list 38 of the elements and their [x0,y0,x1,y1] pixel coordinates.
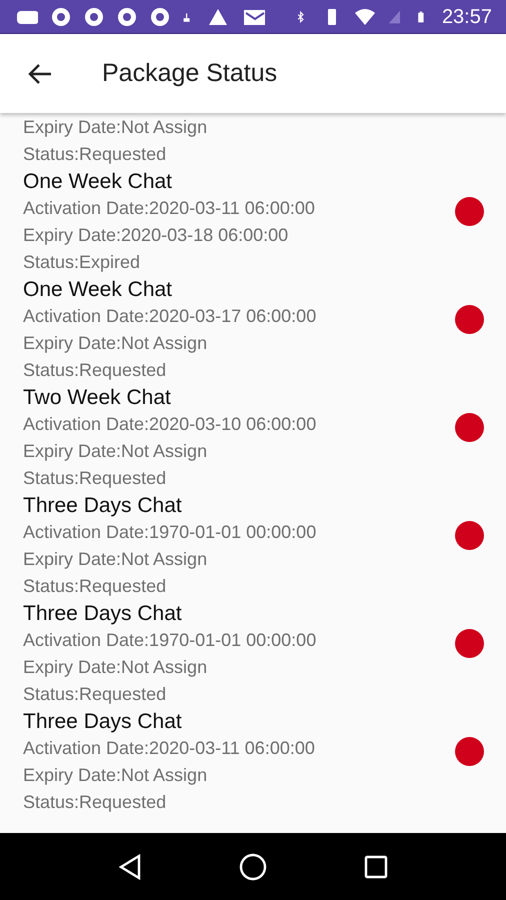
home-icon[interactable] [238,852,267,880]
status-text: Status:Requested [23,575,168,598]
expiry-date: Expiry Date:Not Assign [23,332,208,355]
package-name: One Week Chat [23,277,174,303]
status-text: Status:Expired [23,251,142,274]
status-text: Status:Requested [23,683,168,706]
expiry-date: Expiry Date:Not Assign [23,656,208,679]
expiry-date: Expiry Date:2020-03-18 06:00:00 [23,224,290,247]
status-text: Status:Requested [23,359,168,382]
activation-date: Activation Date:2020-03-11 06:00:00 [23,737,316,760]
package-name: Three Days Chat [23,601,183,627]
package-name: Two Week Chat [23,385,172,411]
activation-date: Activation Date:1970-01-01 00:00:00 [23,521,318,544]
back-arrow-icon [27,62,53,84]
activation-date: Activation Date:2020-03-10 06:00:00 [23,413,318,436]
page-title: Package Status [102,58,278,89]
activation-date: Activation Date:2020-03-17 06:00:00 [23,305,318,328]
expiry-date: Expiry Date:Not Assign [23,116,208,139]
expiry-date: Expiry Date:Not Assign [23,440,208,463]
status-text: Status:Requested [23,791,168,814]
recents-icon[interactable] [364,854,388,878]
activation-date: Activation Date:1970-01-01 00:00:00 [23,629,318,652]
status-text: Status:Requested [23,143,168,166]
aperture-icon [51,6,71,26]
clock: 23:57 [442,4,492,30]
package-name: One Week Chat [23,169,174,195]
status-text: Status:Requested [23,467,168,490]
aperture-icon [117,6,137,26]
package-name: Three Days Chat [23,493,183,519]
package-name: Three Days Chat [23,709,183,735]
back-icon[interactable] [118,854,142,880]
warning-icon [208,6,228,26]
aperture-icon [84,6,104,26]
activation-date: Activation Date:2020-03-11 06:00:00 [23,197,316,220]
wifi-icon [354,6,375,26]
expiry-date: Expiry Date:Not Assign [23,764,208,787]
aperture-icon [150,6,170,26]
expiry-date: Expiry Date:Not Assign [23,548,208,571]
